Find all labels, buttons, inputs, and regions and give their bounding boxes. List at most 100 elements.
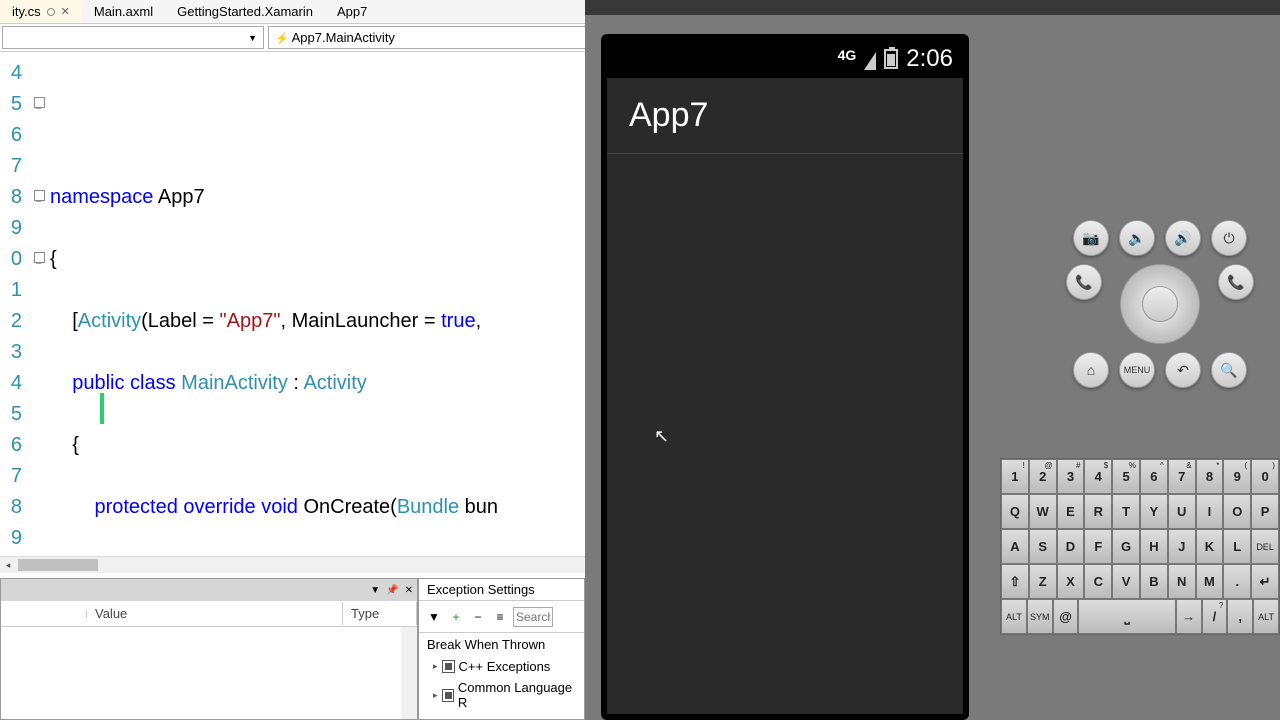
key-shift[interactable]: ⇧ [1001,564,1029,599]
key-r[interactable]: R [1084,494,1112,529]
dpad-center[interactable] [1142,286,1178,322]
key-sym[interactable]: SYM [1027,599,1053,634]
fold-icon[interactable] [34,252,45,263]
code-content[interactable]: namespace App7 { [Activity(Label = "App7… [50,52,585,556]
volume-down-button[interactable]: 🔉 [1119,220,1155,256]
tab-activity-cs[interactable]: ity.cs ✕ [0,0,82,23]
key-x[interactable]: X [1057,564,1085,599]
key-u[interactable]: U [1168,494,1196,529]
key-s[interactable]: S [1029,529,1057,564]
code-editor[interactable]: 4567 8901 2345 6789 namespace App7 { [Ac… [0,52,585,556]
checkbox[interactable] [442,660,455,673]
camera-button[interactable]: 📷 [1073,220,1109,256]
checkbox[interactable] [442,689,454,702]
key-period[interactable]: . [1223,564,1251,599]
key-5[interactable]: %5 [1112,459,1140,494]
filter-icon[interactable]: ▼ [425,608,443,626]
dropdown-icon[interactable]: ▼ [370,585,380,596]
key-f[interactable]: F [1084,529,1112,564]
exception-toolbar: ▼ + − ≡ [419,601,584,633]
expand-icon[interactable]: ▸ [433,661,438,672]
key-z[interactable]: Z [1029,564,1057,599]
remove-icon[interactable]: − [469,608,487,626]
back-button[interactable]: ↶ [1165,352,1201,388]
home-button[interactable]: ⌂ [1073,352,1109,388]
menu-button[interactable]: MENU [1119,352,1155,388]
scroll-left-icon[interactable]: ◂ [0,557,16,573]
close-icon[interactable]: ✕ [61,5,70,18]
fold-icon[interactable] [34,190,45,201]
vertical-scrollbar[interactable] [401,627,417,719]
pin-icon[interactable] [47,8,55,16]
col-value[interactable]: Value [87,602,343,625]
key-at[interactable]: @ [1053,599,1079,634]
key-enter[interactable]: ↵ [1251,564,1279,599]
end-call-button[interactable]: 📞 [1218,264,1254,300]
tab-main-axml[interactable]: Main.axml [82,0,165,23]
key-l[interactable]: L [1223,529,1251,564]
key-4[interactable]: $4 [1084,459,1112,494]
key-7[interactable]: &7 [1168,459,1196,494]
pin-icon[interactable]: 📌 [386,585,398,596]
tab-getting-started[interactable]: GettingStarted.Xamarin [165,0,325,23]
key-alt-left[interactable]: ALT [1001,599,1027,634]
key-alt-right[interactable]: ALT [1253,599,1279,634]
key-del[interactable]: DEL [1251,529,1279,564]
key-y[interactable]: Y [1140,494,1168,529]
expand-icon[interactable]: ▸ [433,690,438,701]
key-j[interactable]: J [1168,529,1196,564]
key-9[interactable]: (9 [1223,459,1251,494]
search-button[interactable]: 🔍 [1211,352,1247,388]
key-e[interactable]: E [1057,494,1085,529]
dpad[interactable] [1120,264,1200,344]
key-m[interactable]: M [1196,564,1224,599]
key-b[interactable]: B [1140,564,1168,599]
power-button[interactable]: ⏻ [1211,220,1247,256]
key-q[interactable]: Q [1001,494,1029,529]
scroll-thumb[interactable] [18,559,98,571]
key-w[interactable]: W [1029,494,1057,529]
horizontal-scrollbar[interactable]: ◂ [0,556,585,573]
key-2[interactable]: @2 [1029,459,1057,494]
key-t[interactable]: T [1112,494,1140,529]
watch-panel: ▼ 📌 ✕ Value Type [0,578,418,720]
search-input[interactable] [513,607,553,627]
namespace-dropdown[interactable]: ▼ [2,26,264,49]
key-o[interactable]: O [1223,494,1251,529]
col-name[interactable] [1,610,87,618]
phone-screen[interactable]: 4G 2:06 App7 ↖ [607,40,963,714]
tab-app7[interactable]: App7 [325,0,379,23]
key-8[interactable]: *8 [1196,459,1224,494]
line-numbers: 4567 8901 2345 6789 [0,52,28,556]
network-icon: 4G [838,47,857,63]
volume-up-button[interactable]: 🔊 [1165,220,1201,256]
exception-category-cpp[interactable]: ▸ C++ Exceptions [419,656,584,677]
key-comma[interactable]: , [1227,599,1253,634]
key-v[interactable]: V [1112,564,1140,599]
call-button[interactable]: 📞 [1066,264,1102,300]
key-p[interactable]: P [1251,494,1279,529]
exception-category-clr[interactable]: ▸ Common Language R [419,677,584,713]
add-icon[interactable]: + [447,608,465,626]
list-icon[interactable]: ≡ [491,608,509,626]
key-arrow[interactable]: → [1176,599,1202,634]
fold-icon[interactable] [34,97,45,108]
col-type[interactable]: Type [343,602,417,625]
key-i[interactable]: I [1196,494,1224,529]
keyboard-row-3: A S D F G H J K L DEL [1001,529,1279,564]
key-h[interactable]: H [1140,529,1168,564]
key-space[interactable]: ⎵ [1078,599,1175,634]
key-0[interactable]: )0 [1251,459,1279,494]
key-3[interactable]: #3 [1057,459,1085,494]
key-c[interactable]: C [1084,564,1112,599]
key-a[interactable]: A [1001,529,1029,564]
key-slash[interactable]: ?/ [1202,599,1228,634]
tab-label: ity.cs [12,4,41,19]
close-icon[interactable]: ✕ [405,585,413,596]
key-6[interactable]: ^6 [1140,459,1168,494]
key-n[interactable]: N [1168,564,1196,599]
key-d[interactable]: D [1057,529,1085,564]
key-1[interactable]: !1 [1001,459,1029,494]
key-k[interactable]: K [1196,529,1224,564]
key-g[interactable]: G [1112,529,1140,564]
